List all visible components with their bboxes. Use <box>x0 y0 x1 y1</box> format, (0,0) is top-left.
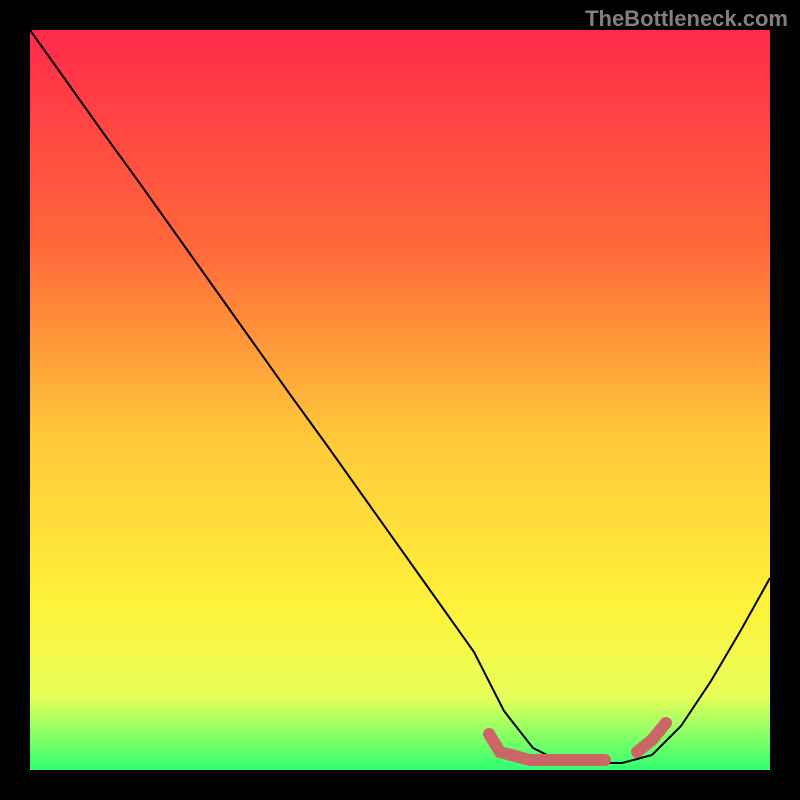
watermark-text: TheBottleneck.com <box>585 6 788 32</box>
plot-area <box>30 30 770 770</box>
bottleneck-curve <box>30 30 770 763</box>
chart-svg <box>30 30 770 770</box>
right-rise-marker <box>637 723 666 752</box>
flat-region-marker <box>489 734 605 760</box>
chart-container: TheBottleneck.com <box>0 0 800 800</box>
